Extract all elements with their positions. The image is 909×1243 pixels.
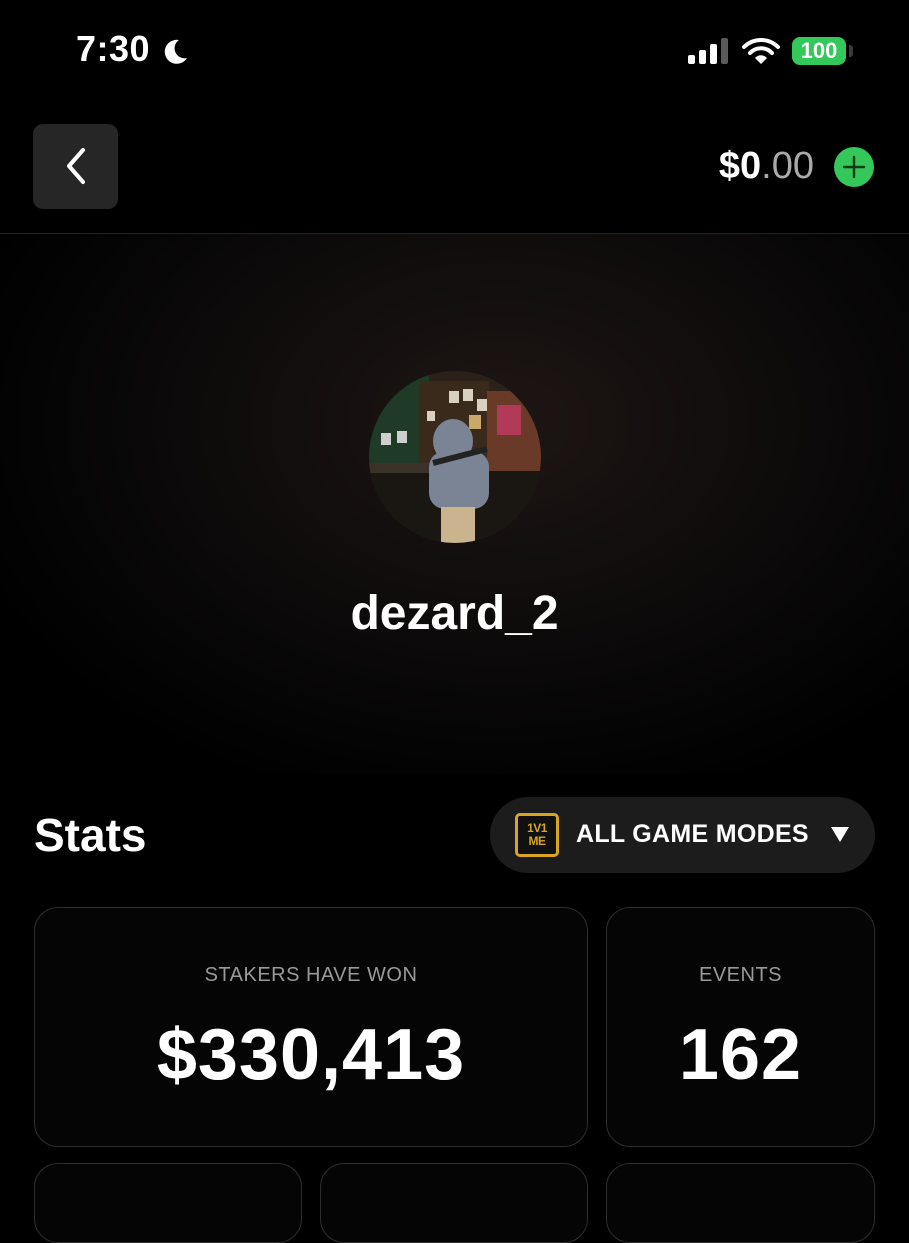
plus-icon [842,155,866,179]
balance-cents: .00 [761,145,814,187]
logo-line-2: ME [528,834,547,848]
battery-cap [849,45,853,57]
game-mode-dropdown[interactable]: 1V1 ME ALL GAME MODES [490,797,875,873]
balance-whole: $0 [718,145,762,187]
cellular-signal-icon [688,38,728,64]
stat-label: STAKERS HAVE WON [204,964,418,986]
1v1me-logo: 1V1 ME [515,813,559,857]
wallet-balance[interactable]: $0.00 [719,145,814,188]
status-bar: 7:30 100 [0,0,909,105]
battery-level: 100 [800,38,838,63]
game-mode-label: ALL GAME MODES [576,820,809,848]
avatar-photo [369,371,541,543]
username: dezard_2 [350,587,559,640]
stat-label: EVENTS [698,964,783,986]
avatar[interactable] [369,371,541,543]
status-time: 7:30 [76,28,151,69]
stat-card-stakers-won: STAKERS HAVE WON $330,413 [34,907,588,1147]
stat-card-partial [34,1163,302,1243]
battery-icon: 100 [792,37,846,65]
profile-header: dezard_2 [0,234,909,774]
top-bar: $0.00 [0,105,909,234]
stats-title: Stats [34,809,147,861]
back-button[interactable] [33,124,118,209]
stat-value: 162 [678,1015,803,1095]
chevron-left-icon [67,148,85,184]
stat-card-partial [320,1163,588,1243]
stat-card-partial [606,1163,875,1243]
caret-down-icon [831,827,849,842]
stat-value: $330,413 [156,1015,466,1095]
stat-card-events: EVENTS 162 [606,907,875,1147]
moon-icon [164,39,187,64]
add-funds-button[interactable] [834,147,874,187]
wifi-icon [742,37,780,64]
